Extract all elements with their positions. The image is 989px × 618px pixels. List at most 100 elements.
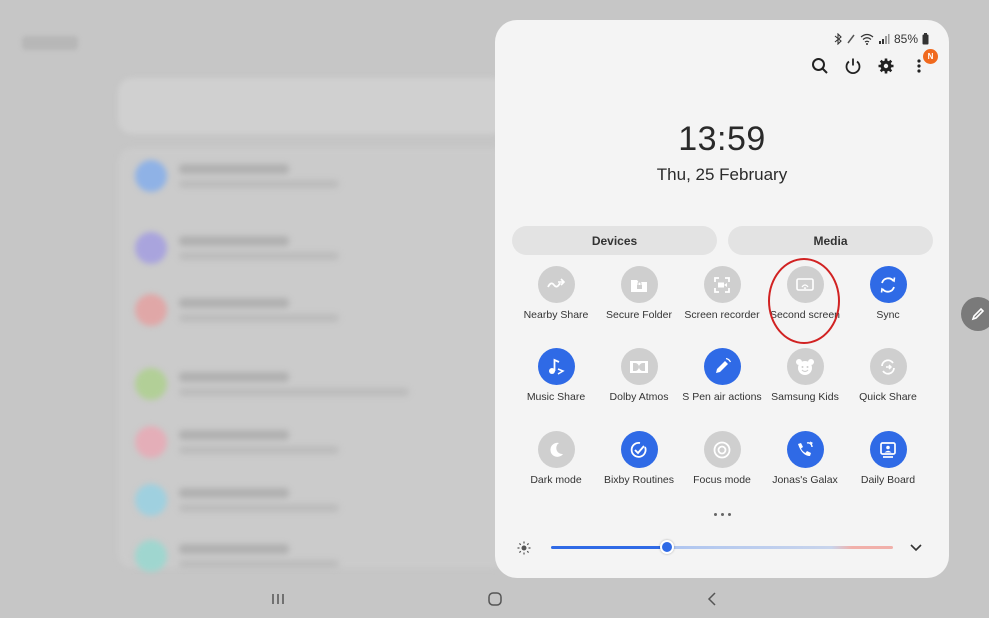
- device-media-tabs: Devices Media: [512, 226, 933, 255]
- quick-share-button[interactable]: [869, 348, 907, 385]
- tile-secure-folder[interactable]: Secure Folder: [594, 266, 684, 321]
- tile-sync[interactable]: Sync: [843, 266, 933, 321]
- pen-icon: [971, 307, 985, 321]
- tile-dark-mode[interactable]: Dark mode: [511, 431, 601, 486]
- s-pen-icon: [716, 357, 732, 373]
- tile-label: Quick Share: [859, 391, 917, 403]
- tile-label: Sync: [876, 309, 900, 321]
- sync-button[interactable]: [869, 266, 907, 303]
- focus-mode-button[interactable]: [703, 431, 741, 468]
- more-options-button[interactable]: N: [909, 49, 938, 76]
- search-button[interactable]: [810, 56, 830, 76]
- daily-board-button[interactable]: [869, 431, 907, 468]
- power-icon: [845, 58, 861, 75]
- bixby-routines-button[interactable]: [620, 431, 658, 468]
- page-dot: [727, 513, 731, 516]
- home-button[interactable]: [483, 588, 507, 610]
- bixby-routines-icon: [630, 441, 647, 458]
- home-icon: [488, 592, 502, 606]
- tile-dolby-atmos[interactable]: Dolby Atmos: [594, 348, 684, 403]
- back-icon: [707, 592, 716, 606]
- tile-label: Focus mode: [693, 474, 751, 486]
- dark-mode-button[interactable]: [537, 431, 575, 468]
- screen-recorder-button[interactable]: [703, 266, 741, 303]
- samsung-kids-icon: [796, 358, 814, 375]
- wifi-icon: [860, 33, 874, 45]
- focus-mode-icon: [713, 441, 731, 458]
- quick-panel: 85% N 13:59 Thu, 25 February Devices Med…: [495, 20, 949, 578]
- signal-icon: [878, 34, 890, 44]
- tile-bixby-routines[interactable]: Bixby Routines: [594, 431, 684, 486]
- daily-board-icon: [880, 441, 896, 458]
- dolby-atmos-icon: [630, 360, 648, 373]
- tile-focus-mode[interactable]: Focus mode: [677, 431, 767, 486]
- background-row: [135, 540, 495, 574]
- devices-button[interactable]: Devices: [512, 226, 717, 255]
- jonas-galaxy-button[interactable]: [786, 431, 824, 468]
- screen-recorder-icon: [714, 276, 730, 293]
- back-button[interactable]: [700, 588, 724, 610]
- background-row: [135, 368, 495, 402]
- battery-icon: [922, 33, 929, 45]
- background-row: [135, 484, 495, 518]
- power-button[interactable]: [843, 56, 863, 76]
- page-dot: [720, 513, 724, 516]
- sync-icon: [880, 276, 896, 293]
- tile-nearby-share[interactable]: Nearby Share: [511, 266, 601, 321]
- tile-label: Secure Folder: [606, 309, 672, 321]
- tile-daily-board[interactable]: Daily Board: [843, 431, 933, 486]
- page-dot: [713, 513, 717, 516]
- highlight-ring-annotation: [768, 258, 840, 344]
- nearby-share-button[interactable]: [537, 266, 575, 303]
- tile-label: Dolby Atmos: [609, 391, 669, 403]
- tile-screen-recorder[interactable]: Screen recorder: [677, 266, 767, 321]
- tile-label: Samsung Kids: [771, 391, 839, 403]
- recent-apps-icon: [272, 594, 284, 604]
- recent-apps-button[interactable]: [266, 588, 290, 610]
- bluetooth-icon: [834, 33, 842, 45]
- media-button[interactable]: Media: [728, 226, 933, 255]
- tile-quick-share[interactable]: Quick Share: [843, 348, 933, 403]
- brightness-sun-icon: [517, 541, 531, 555]
- tile-label: Dark mode: [530, 474, 582, 486]
- phone-link-icon: [798, 440, 813, 456]
- tile-label: Jonas's Galax: [772, 474, 838, 486]
- background-row: [135, 160, 495, 194]
- battery-percentage: 85%: [893, 32, 918, 46]
- tile-label: Nearby Share: [523, 309, 589, 321]
- tile-label: Daily Board: [860, 474, 916, 486]
- tile-label: S Pen air actions: [682, 391, 762, 403]
- status-bar: 85%: [834, 32, 929, 46]
- background-account-card: [118, 78, 508, 134]
- brightness-track[interactable]: [551, 546, 893, 549]
- background-row: [135, 232, 495, 266]
- quick-panel-actions: N: [810, 49, 938, 76]
- tile-music-share[interactable]: Music Share: [511, 348, 601, 403]
- background-row: [135, 294, 495, 328]
- background-app-title: [22, 36, 78, 50]
- background-row: [135, 426, 495, 460]
- notification-badge: N: [923, 49, 938, 64]
- nearby-share-icon: [547, 277, 566, 287]
- tile-label: Music Share: [526, 391, 586, 403]
- dolby-atmos-button[interactable]: [620, 348, 658, 385]
- tile-s-pen-air-actions[interactable]: S Pen air actions: [677, 348, 767, 403]
- brightness-thumb[interactable]: [660, 540, 675, 554]
- tile-samsung-kids[interactable]: Samsung Kids: [760, 348, 850, 403]
- page-indicator: [495, 513, 949, 516]
- s-pen-status-icon: [847, 34, 855, 44]
- samsung-kids-button[interactable]: [786, 348, 824, 385]
- tile-label: Bixby Routines: [603, 474, 675, 486]
- brightness-slider[interactable]: [517, 538, 929, 558]
- s-pen-air-actions-button[interactable]: [703, 348, 741, 385]
- music-share-button[interactable]: [537, 348, 575, 385]
- chevron-down-icon[interactable]: [909, 540, 923, 554]
- search-icon: [812, 58, 828, 74]
- moon-icon: [550, 442, 563, 457]
- secure-folder-button[interactable]: [620, 266, 658, 303]
- quick-share-icon: [881, 358, 895, 375]
- settings-button[interactable]: [876, 56, 896, 76]
- s-pen-floating-button[interactable]: [961, 297, 989, 331]
- tile-label: Screen recorder: [684, 309, 760, 321]
- tile-jonas-galaxy[interactable]: Jonas's Galax: [760, 431, 850, 486]
